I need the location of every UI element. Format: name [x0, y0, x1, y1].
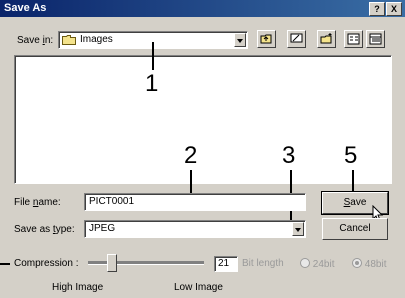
callout-3: 3	[282, 142, 296, 169]
compression-slider[interactable]	[84, 252, 208, 274]
save-in-label: Save in:	[17, 35, 54, 46]
high-image-label: High Image	[52, 282, 104, 293]
new-folder-icon	[320, 33, 332, 44]
callout-5: 5	[344, 142, 358, 169]
close-button[interactable]: X	[386, 2, 402, 16]
callout-4-line	[0, 263, 10, 265]
option-48bit[interactable]: 48bit	[352, 258, 386, 270]
slider-thumb[interactable]	[107, 254, 117, 272]
chevron-down-icon[interactable]	[234, 33, 246, 47]
low-image-label: Low Image	[174, 282, 223, 293]
desktop-icon	[290, 33, 303, 43]
folder-icon	[62, 34, 76, 48]
radio-48bit[interactable]	[352, 258, 362, 268]
title-bar: Save As ? X	[0, 0, 405, 17]
save-in-value: Images	[80, 34, 113, 45]
window-title: Save As	[4, 2, 47, 14]
file-list[interactable]	[14, 55, 392, 184]
details-view-button[interactable]	[366, 30, 385, 48]
file-name-label: File name:	[14, 197, 61, 208]
cancel-button[interactable]: Cancel	[322, 218, 388, 240]
callout-1: 1	[145, 70, 159, 97]
new-folder-button[interactable]	[317, 30, 336, 48]
desktop-button[interactable]	[287, 30, 306, 48]
save-as-type-dropdown[interactable]: JPEG	[84, 220, 306, 238]
file-name-input[interactable]: PICT0001	[84, 193, 306, 211]
compression-label: Compression :	[14, 258, 79, 269]
option-24bit[interactable]: 24bit	[300, 258, 334, 270]
up-folder-icon	[260, 34, 272, 44]
callout-2: 2	[184, 142, 198, 169]
save-as-type-value: JPEG	[89, 223, 116, 234]
chevron-down-icon[interactable]	[292, 222, 304, 236]
details-view-icon	[369, 33, 382, 45]
slider-track	[88, 261, 204, 265]
compression-value-box: 21	[214, 256, 238, 272]
list-view-button[interactable]	[344, 30, 363, 48]
radio-24bit[interactable]	[300, 258, 310, 268]
file-name-value: PICT0001	[89, 196, 135, 207]
up-folder-button[interactable]	[257, 30, 276, 48]
callout-1-line	[152, 42, 154, 70]
bit-length-label: Bit length	[242, 258, 284, 269]
save-as-type-label: Save as type:	[14, 224, 75, 235]
help-button[interactable]: ?	[369, 2, 385, 16]
list-view-icon	[347, 33, 360, 45]
